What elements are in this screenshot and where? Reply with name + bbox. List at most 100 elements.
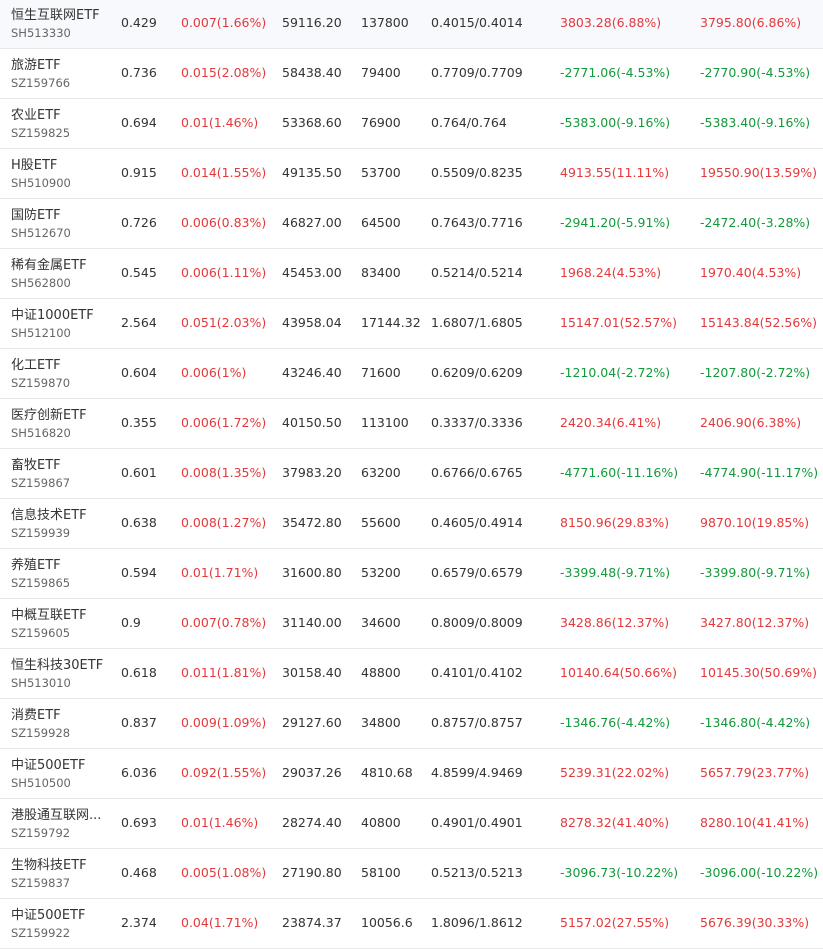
profit-cell: -2771.06(-4.53%): [560, 65, 671, 80]
change-cell: 0.01(1.46%): [181, 815, 259, 830]
fund-name-link[interactable]: 国防ETF: [11, 204, 61, 223]
profit-cell: 2420.34(6.41%): [560, 415, 662, 430]
profit-cell: -3096.73(-10.22%): [560, 865, 679, 880]
fund-name-link[interactable]: 中证500ETF: [11, 754, 85, 773]
cost-cell: 1.6807/1.6805: [431, 315, 523, 330]
fund-name-link[interactable]: 消费ETF: [11, 704, 61, 723]
price-cell: 0.604: [121, 365, 157, 380]
price-cell: 0.638: [121, 515, 157, 530]
price-cell: 0.618: [121, 665, 157, 680]
change-cell: 0.015(2.08%): [181, 65, 267, 80]
total-profit-cell: -3399.80(-9.71%): [700, 565, 811, 580]
table-row[interactable]: H股ETF SH510900 0.915 0.014(1.55%) 49135.50 53…: [0, 149, 823, 199]
fund-name-link[interactable]: 养殖ETF: [11, 554, 61, 573]
cost-cell: 4.8599/4.9469: [431, 765, 523, 780]
table-row[interactable]: 生物科技ETF SZ159837 0.468 0.005(1.08%) 27190.80…: [0, 849, 823, 899]
fund-name-link[interactable]: 医疗创新ETF: [11, 404, 87, 423]
table-row[interactable]: 中证500ETF SH510500 6.036 0.092(1.55%) 29037.2…: [0, 749, 823, 799]
price-cell: 0.545: [121, 265, 157, 280]
fund-code: SZ159870: [11, 376, 71, 390]
price-cell: 0.468: [121, 865, 157, 880]
table-row[interactable]: 中概互联ETF SZ159605 0.9 0.007(0.78%) 31140.00 34…: [0, 599, 823, 649]
change-cell: 0.009(1.09%): [181, 715, 267, 730]
cost-cell: 0.8009/0.8009: [431, 615, 523, 630]
cost-cell: 0.7709/0.7709: [431, 65, 523, 80]
profit-cell: 8150.96(29.83%): [560, 515, 670, 530]
profit-cell: -1346.76(-4.42%): [560, 715, 671, 730]
market-value-cell: 37983.20: [282, 465, 342, 480]
change-cell: 0.006(1.72%): [181, 415, 267, 430]
fund-name-link[interactable]: 中证500ETF: [11, 904, 85, 923]
cost-cell: 0.4605/0.4914: [431, 515, 523, 530]
table-row[interactable]: 国防ETF SH512670 0.726 0.006(0.83%) 46827.00 64…: [0, 199, 823, 249]
fund-name-link[interactable]: 中证1000ETF: [11, 304, 94, 323]
profit-cell: 3803.28(6.88%): [560, 15, 662, 30]
table-row[interactable]: 恒生科技30ETF SH513010 0.618 0.011(1.81%) 30158.…: [0, 649, 823, 699]
market-value-cell: 31140.00: [282, 615, 342, 630]
table-row[interactable]: 信息技术ETF SZ159939 0.638 0.008(1.27%) 35472.80…: [0, 499, 823, 549]
fund-name-link[interactable]: 恒生科技30ETF: [11, 654, 103, 673]
cost-cell: 0.8757/0.8757: [431, 715, 523, 730]
fund-code: SH516820: [11, 426, 71, 440]
shares-cell: 53700: [361, 165, 401, 180]
holdings-table: 恒生互联网ETF SH513330 0.429 0.007(1.66%) 59116.2…: [0, 0, 823, 949]
cost-cell: 0.6209/0.6209: [431, 365, 523, 380]
change-cell: 0.051(2.03%): [181, 315, 267, 330]
market-value-cell: 23874.37: [282, 915, 342, 930]
market-value-cell: 58438.40: [282, 65, 342, 80]
fund-name-link[interactable]: 恒生互联网ETF: [11, 4, 100, 23]
market-value-cell: 43246.40: [282, 365, 342, 380]
fund-name-link[interactable]: 中概互联ETF: [11, 604, 87, 623]
table-row[interactable]: 畜牧ETF SZ159867 0.601 0.008(1.35%) 37983.20 63…: [0, 449, 823, 499]
change-cell: 0.006(1%): [181, 365, 247, 380]
total-profit-cell: -1346.80(-4.42%): [700, 715, 811, 730]
change-cell: 0.007(1.66%): [181, 15, 267, 30]
price-cell: 0.736: [121, 65, 157, 80]
fund-code: SH513010: [11, 676, 71, 690]
market-value-cell: 46827.00: [282, 215, 342, 230]
table-row[interactable]: 养殖ETF SZ159865 0.594 0.01(1.71%) 31600.80 532…: [0, 549, 823, 599]
table-row[interactable]: 消费ETF SZ159928 0.837 0.009(1.09%) 29127.60 34…: [0, 699, 823, 749]
table-row[interactable]: 稀有金属ETF SH562800 0.545 0.006(1.11%) 45453.00…: [0, 249, 823, 299]
fund-code: SZ159605: [11, 626, 71, 640]
price-cell: 0.429: [121, 15, 157, 30]
table-row[interactable]: 港股通互联网... SZ159792 0.693 0.01(1.46%) 28274.4…: [0, 799, 823, 849]
change-cell: 0.04(1.71%): [181, 915, 259, 930]
cost-cell: 0.6579/0.6579: [431, 565, 523, 580]
fund-name-link[interactable]: 化工ETF: [11, 354, 61, 373]
cost-cell: 1.8096/1.8612: [431, 915, 523, 930]
fund-code: SZ159825: [11, 126, 71, 140]
shares-cell: 53200: [361, 565, 401, 580]
total-profit-cell: 5676.39(30.33%): [700, 915, 810, 930]
table-row[interactable]: 中证1000ETF SH512100 2.564 0.051(2.03%) 43958.…: [0, 299, 823, 349]
market-value-cell: 53368.60: [282, 115, 342, 130]
fund-code: SZ159922: [11, 926, 71, 940]
fund-code: SH512670: [11, 226, 71, 240]
price-cell: 0.726: [121, 215, 157, 230]
fund-name-link[interactable]: 生物科技ETF: [11, 854, 87, 873]
cost-cell: 0.3337/0.3336: [431, 415, 523, 430]
table-row[interactable]: 化工ETF SZ159870 0.604 0.006(1%) 43246.40 71600…: [0, 349, 823, 399]
fund-name-link[interactable]: 农业ETF: [11, 104, 61, 123]
fund-name-link[interactable]: 畜牧ETF: [11, 454, 61, 473]
total-profit-cell: 10145.30(50.69%): [700, 665, 818, 680]
table-row[interactable]: 恒生互联网ETF SH513330 0.429 0.007(1.66%) 59116.2…: [0, 0, 823, 49]
table-row[interactable]: 农业ETF SZ159825 0.694 0.01(1.46%) 53368.60 769…: [0, 99, 823, 149]
table-row[interactable]: 医疗创新ETF SH516820 0.355 0.006(1.72%) 40150.50…: [0, 399, 823, 449]
fund-code: SH510500: [11, 776, 71, 790]
fund-name-link[interactable]: 稀有金属ETF: [11, 254, 87, 273]
fund-name-link[interactable]: 旅游ETF: [11, 54, 61, 73]
shares-cell: 40800: [361, 815, 401, 830]
market-value-cell: 28274.40: [282, 815, 342, 830]
profit-cell: 10140.64(50.66%): [560, 665, 678, 680]
total-profit-cell: -2770.90(-4.53%): [700, 65, 811, 80]
profit-cell: 5157.02(27.55%): [560, 915, 670, 930]
table-row[interactable]: 中证500ETF SZ159922 2.374 0.04(1.71%) 23874.37…: [0, 899, 823, 949]
fund-name-link[interactable]: 港股通互联网...: [11, 804, 101, 823]
table-row[interactable]: 旅游ETF SZ159766 0.736 0.015(2.08%) 58438.40 79…: [0, 49, 823, 99]
change-cell: 0.006(0.83%): [181, 215, 267, 230]
price-cell: 0.9: [121, 615, 141, 630]
fund-name-link[interactable]: 信息技术ETF: [11, 504, 87, 523]
total-profit-cell: 15143.84(52.56%): [700, 315, 818, 330]
fund-name-link[interactable]: H股ETF: [11, 154, 57, 173]
